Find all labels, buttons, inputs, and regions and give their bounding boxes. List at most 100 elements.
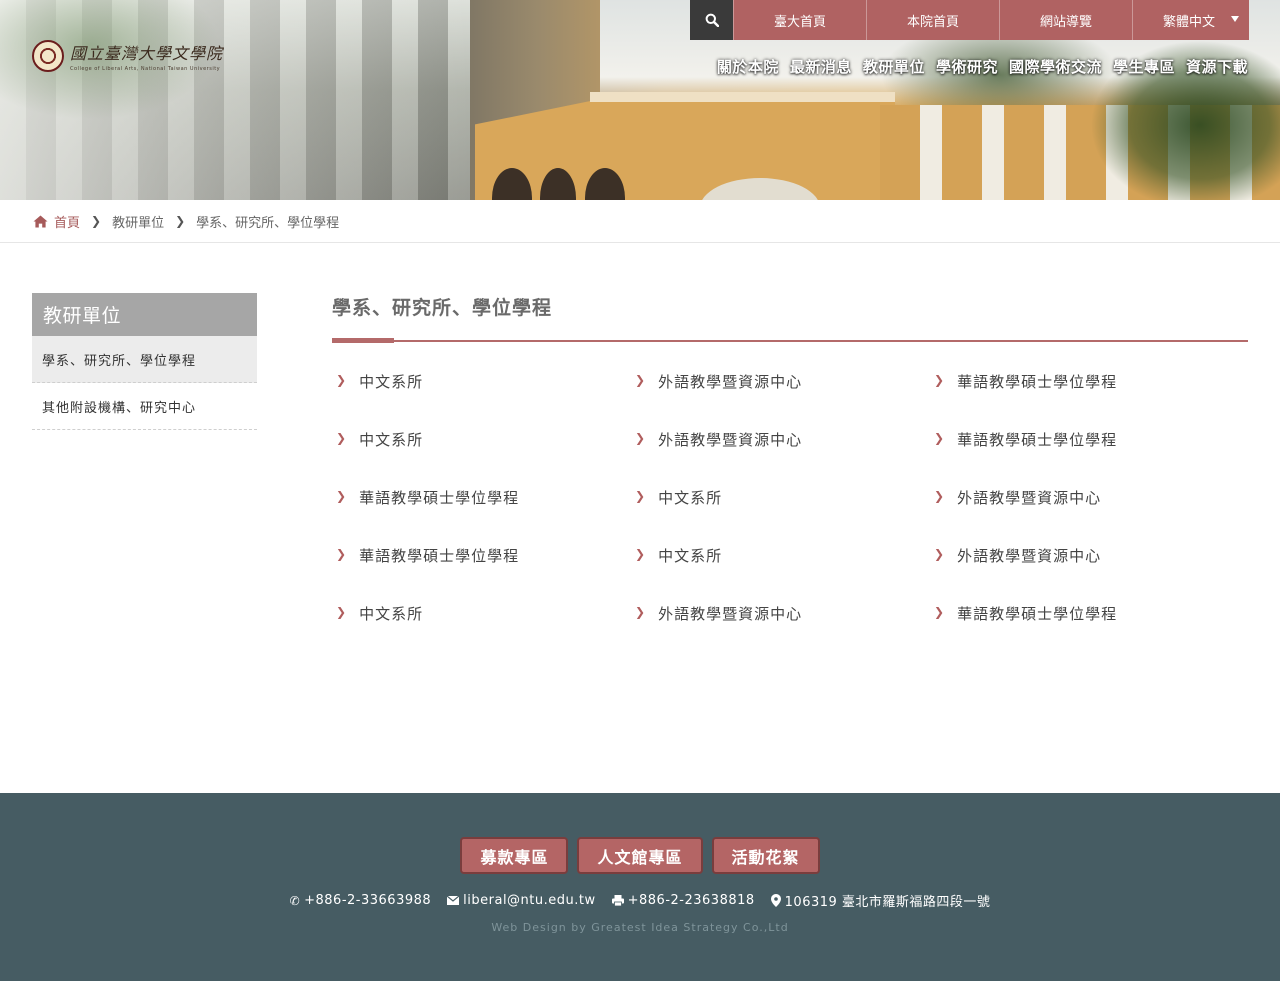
fax-number: +886-2-23638818: [627, 893, 755, 908]
event-gallery-button[interactable]: 活動花絮: [711, 837, 820, 874]
language-label: 繁體中文: [1163, 14, 1216, 30]
department-link-label: 外語教學暨資源中心: [658, 605, 803, 623]
department-link[interactable]: ❯ 中文系所: [332, 371, 631, 429]
nav-departments[interactable]: 教研單位: [863, 56, 925, 77]
chevron-right-icon: ❯: [635, 547, 647, 561]
sidebar-title: 教研單位: [32, 293, 257, 336]
chevron-right-icon: ❯: [934, 373, 946, 387]
department-link[interactable]: ❯ 華語教學碩士學位學程: [930, 429, 1229, 487]
main-nav: 關於本院 最新消息 教研單位 學術研究 國際學術交流 學生專區 資源下載: [717, 56, 1248, 77]
university-seal-icon: [32, 40, 64, 72]
contact-fax: +886-2-23638818: [611, 891, 755, 910]
chevron-right-icon: ❯: [635, 431, 647, 445]
college-logo[interactable]: 國立臺灣大學文學院 College of Liberal Arts, Natio…: [32, 40, 223, 72]
nav-news[interactable]: 最新消息: [790, 56, 852, 77]
nav-students[interactable]: 學生專區: [1113, 56, 1175, 77]
sidebar: 教研單位 學系、研究所、學位學程 其他附設機構、研究中心: [32, 293, 257, 430]
top-utility-bar: 臺大首頁 本院首頁 網站導覽 繁體中文: [690, 0, 1249, 40]
chevron-right-icon: ❯: [934, 431, 946, 445]
fax-icon: [611, 895, 624, 906]
department-link-label: 外語教學暨資源中心: [957, 547, 1102, 565]
topbar-sitemap[interactable]: 網站導覽: [999, 0, 1132, 40]
chevron-right-icon: ❯: [934, 489, 946, 503]
nav-about[interactable]: 關於本院: [717, 56, 779, 77]
chevron-right-icon: ❯: [91, 214, 102, 228]
logo-subtitle: College of Liberal Arts, National Taiwan…: [70, 66, 221, 72]
banner-building-roof: [590, 92, 895, 102]
department-link-label: 中文系所: [658, 489, 723, 507]
envelope-icon: [447, 896, 460, 905]
department-link[interactable]: ❯ 中文系所: [332, 429, 631, 487]
page-title: 學系、研究所、學位學程: [332, 297, 553, 319]
footer-buttons: 募款專區 人文館專區 活動花絮: [0, 837, 1280, 874]
department-link-label: 外語教學暨資源中心: [957, 489, 1102, 507]
title-divider: [332, 338, 1248, 343]
breadcrumb-home[interactable]: 首頁: [33, 212, 80, 231]
humanities-building-button[interactable]: 人文館專區: [577, 837, 703, 874]
chevron-right-icon: ❯: [336, 431, 348, 445]
search-button[interactable]: [690, 0, 733, 40]
department-link[interactable]: ❯ 外語教學暨資源中心: [930, 487, 1229, 545]
department-link[interactable]: ❯ 外語教學暨資源中心: [631, 603, 930, 661]
logo-title: 國立臺灣大學文學院: [70, 44, 224, 63]
search-icon: [705, 13, 719, 27]
contact-phone: ✆ +886-2-33663988: [290, 891, 432, 910]
contact-address: 106319 臺北市羅斯福路四段一號: [770, 891, 991, 910]
department-link[interactable]: ❯ 華語教學碩士學位學程: [332, 545, 631, 603]
breadcrumb: 首頁 ❯ 教研單位 ❯ 學系、研究所、學位學程: [0, 200, 1280, 243]
department-link-label: 華語教學碩士學位學程: [957, 373, 1118, 391]
department-link-label: 華語教學碩士學位學程: [957, 605, 1118, 623]
nav-downloads[interactable]: 資源下載: [1186, 56, 1248, 77]
department-link-label: 中文系所: [359, 605, 424, 623]
map-pin-icon: [770, 894, 781, 907]
footer: 募款專區 人文館專區 活動花絮 ✆ +886-2-33663988 libera…: [0, 793, 1280, 981]
donation-button[interactable]: 募款專區: [460, 837, 569, 874]
department-link-label: 中文系所: [359, 373, 424, 391]
postal-address: 106319 臺北市羅斯福路四段一號: [784, 895, 991, 910]
chevron-right-icon: ❯: [336, 605, 348, 619]
department-link-label: 中文系所: [658, 547, 723, 565]
nav-international[interactable]: 國際學術交流: [1009, 56, 1102, 77]
department-link[interactable]: ❯ 中文系所: [631, 545, 930, 603]
department-link-label: 中文系所: [359, 431, 424, 449]
chevron-right-icon: ❯: [635, 373, 647, 387]
chevron-right-icon: ❯: [635, 489, 647, 503]
department-link-label: 華語教學碩士學位學程: [957, 431, 1118, 449]
breadcrumb-departments[interactable]: 教研單位: [112, 212, 164, 231]
department-link[interactable]: ❯ 華語教學碩士學位學程: [930, 603, 1229, 661]
chevron-right-icon: ❯: [175, 214, 186, 228]
department-link-label: 外語教學暨資源中心: [658, 431, 803, 449]
department-link[interactable]: ❯ 中文系所: [332, 603, 631, 661]
contact-email[interactable]: liberal@ntu.edu.tw: [447, 891, 595, 910]
nav-research[interactable]: 學術研究: [936, 56, 998, 77]
language-select[interactable]: 繁體中文: [1132, 0, 1249, 40]
department-link-label: 華語教學碩士學位學程: [359, 547, 520, 565]
department-link[interactable]: ❯ 中文系所: [631, 487, 930, 545]
home-icon: [33, 215, 48, 227]
banner-building-main: [475, 92, 895, 200]
chevron-right-icon: ❯: [336, 547, 348, 561]
breadcrumb-home-label: 首頁: [54, 215, 81, 231]
sidebar-item-departments[interactable]: 學系、研究所、學位學程: [32, 336, 257, 383]
sidebar-item-research-centers[interactable]: 其他附設機構、研究中心: [32, 383, 257, 430]
department-link[interactable]: ❯ 外語教學暨資源中心: [631, 371, 930, 429]
design-credit[interactable]: Web Design by Greatest Idea Strategy Co.…: [0, 921, 1280, 934]
topbar-ntu-home[interactable]: 臺大首頁: [733, 0, 866, 40]
chevron-right-icon: ❯: [336, 373, 348, 387]
caret-down-icon: [1231, 16, 1239, 22]
department-link-label: 外語教學暨資源中心: [658, 373, 803, 391]
department-link[interactable]: ❯ 華語教學碩士學位學程: [930, 371, 1229, 429]
title-divider-accent: [332, 338, 394, 343]
header-banner: 國立臺灣大學文學院 College of Liberal Arts, Natio…: [0, 0, 1280, 200]
chevron-right-icon: ❯: [635, 605, 647, 619]
chevron-right-icon: ❯: [336, 489, 348, 503]
breadcrumb-current: 學系、研究所、學位學程: [196, 215, 340, 231]
department-link[interactable]: ❯ 外語教學暨資源中心: [930, 545, 1229, 603]
phone-number: +886-2-33663988: [304, 893, 432, 908]
main-content: 學系、研究所、學位學程 ❯ 中文系所 ❯ 外語教學暨資源中心 ❯ 華語教學碩士學位學程…: [332, 293, 1248, 661]
department-link-label: 華語教學碩士學位學程: [359, 489, 520, 507]
chevron-right-icon: ❯: [934, 605, 946, 619]
department-link[interactable]: ❯ 華語教學碩士學位學程: [332, 487, 631, 545]
topbar-college-home[interactable]: 本院首頁: [866, 0, 999, 40]
department-link[interactable]: ❯ 外語教學暨資源中心: [631, 429, 930, 487]
